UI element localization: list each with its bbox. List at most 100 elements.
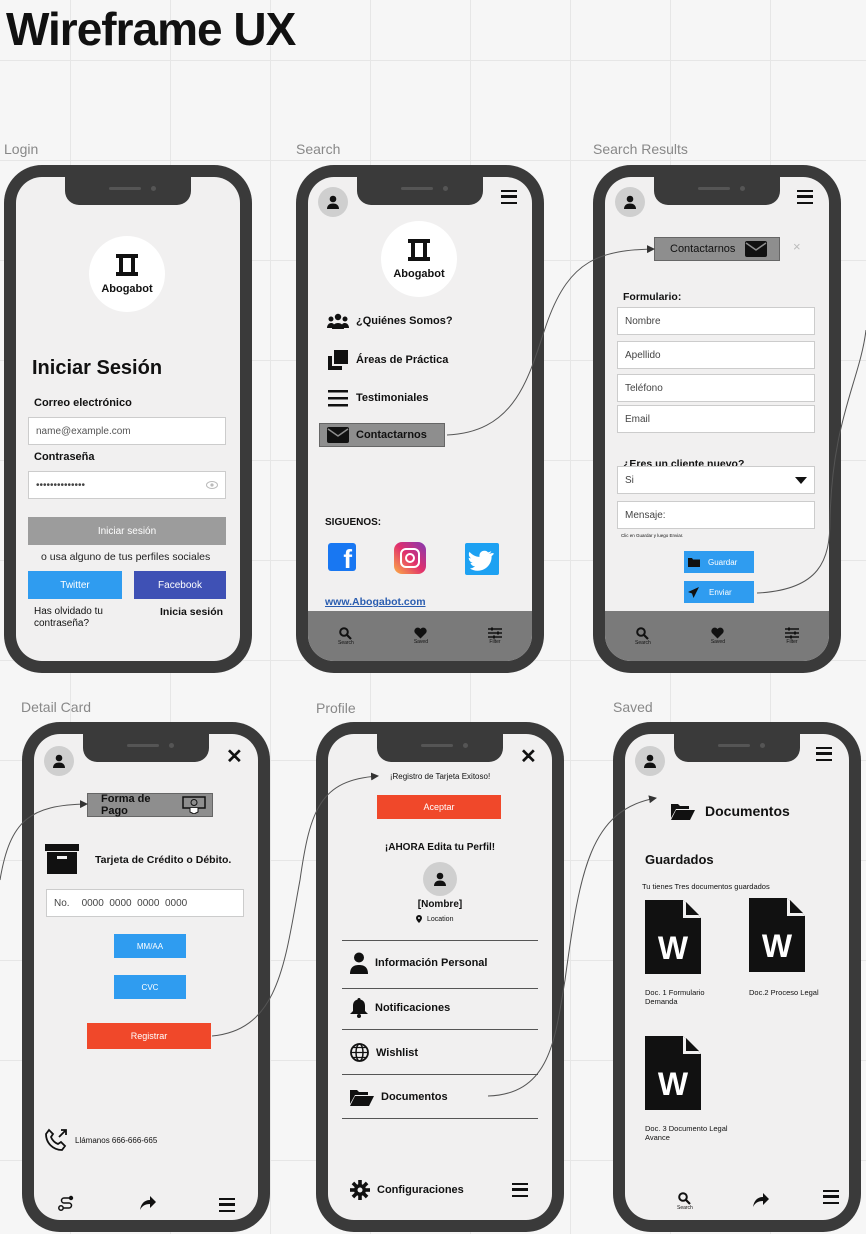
nav-search[interactable]: Search (635, 626, 651, 646)
password-input[interactable]: •••••••••••••• (28, 471, 226, 499)
hamburger-menu-icon[interactable] (823, 1190, 839, 1204)
form-label: Formulario: (623, 291, 682, 303)
save-button[interactable]: Guardar (684, 551, 754, 573)
nav-filter-label: Filter (786, 639, 798, 645)
hamburger-menu-icon[interactable] (816, 747, 832, 761)
contact-header: Contactarnos (654, 237, 780, 261)
send-button[interactable]: Enviar (684, 581, 754, 603)
card-number-input[interactable]: No. 0000 0000 0000 0000 (46, 889, 244, 917)
cvc-button[interactable]: CVC (114, 975, 186, 999)
screen-profile: ✕ ¡Registro de Tarjeta Exitoso! Aceptar … (328, 734, 552, 1220)
password-value: •••••••••••••• (36, 479, 86, 491)
search-icon (339, 626, 353, 640)
nav-filter[interactable]: Filter (487, 627, 502, 645)
nav-search[interactable]: Search (677, 1192, 693, 1211)
heart-icon (711, 627, 725, 639)
courthouse-icon (116, 254, 138, 276)
notch (357, 177, 483, 205)
menu-item-about[interactable]: ¿Quiénes Somos? (327, 313, 453, 329)
word-doc-icon: W (749, 898, 805, 972)
courthouse-icon (408, 239, 430, 261)
hamburger-menu-icon[interactable] (501, 190, 517, 204)
heart-icon (414, 627, 428, 639)
close-icon[interactable]: ✕ (226, 744, 243, 769)
doc-letter: W (657, 930, 689, 966)
sliders-icon (487, 627, 502, 639)
doc-letter: W (761, 928, 793, 964)
doc-item-1[interactable]: W Doc. 1 Formulario Demanda (645, 900, 725, 1006)
sliders-icon (784, 627, 799, 639)
email-input[interactable]: Email (617, 405, 815, 433)
doc-label-1: Doc. 1 Formulario Demanda (645, 988, 705, 1006)
call-us[interactable]: Llámanos 666-666-665 (44, 1128, 157, 1152)
brand-logo: Abogabot (89, 236, 165, 312)
name-input[interactable]: Nombre (617, 307, 815, 335)
lastname-input[interactable]: Apellido (617, 341, 815, 369)
website-link[interactable]: www.Abogabot.com (325, 596, 426, 608)
login-submit-button[interactable]: Iniciar sesión (28, 517, 226, 545)
doc-item-2[interactable]: W Doc.2 Proceso Legal (749, 898, 839, 997)
register-button[interactable]: Registrar (87, 1023, 211, 1049)
email-input[interactable]: name@example.com (28, 417, 226, 445)
menu-item-wishlist[interactable]: Wishlist (350, 1043, 418, 1062)
instagram-icon[interactable] (394, 542, 426, 574)
hamburger-menu-icon[interactable] (512, 1183, 528, 1197)
menu-item-notifications[interactable]: Notificaciones (350, 998, 450, 1018)
settings-label: Configuraciones (377, 1184, 464, 1196)
nav-saved[interactable]: Saved (711, 627, 725, 645)
facebook-button[interactable]: Facebook (134, 571, 226, 599)
user-icon (327, 195, 339, 209)
client-select[interactable]: Si (617, 466, 815, 494)
phone-search: Abogabot ¿Quiénes Somos? Áreas de Prácti… (296, 165, 544, 673)
route-icon[interactable] (58, 1195, 74, 1216)
menu-item-personal-info[interactable]: Información Personal (350, 952, 487, 974)
expiry-button[interactable]: MM/AA (114, 934, 186, 958)
eye-icon[interactable] (206, 481, 218, 489)
close-icon[interactable]: ✕ (520, 744, 537, 769)
search-icon (678, 1192, 692, 1205)
frame-label-detail: Detail Card (21, 699, 92, 715)
share-icon[interactable] (753, 1193, 769, 1212)
menu-item-documents[interactable]: Documentos (350, 1088, 448, 1106)
hamburger-menu-icon[interactable] (219, 1198, 235, 1212)
hamburger-menu-icon[interactable] (797, 190, 813, 204)
chevron-down-icon (795, 476, 807, 484)
nav-filter[interactable]: Filter (784, 627, 799, 645)
notch (654, 177, 780, 205)
profile-location: Location (416, 915, 453, 923)
page-title: Wireframe UX (6, 3, 296, 55)
signin-link[interactable]: Inicia sesión (160, 606, 223, 618)
documents-header: Documentos (671, 802, 790, 820)
email-label: Correo electrónico (34, 397, 132, 409)
word-doc-icon: W (645, 1036, 701, 1110)
accept-button[interactable]: Aceptar (377, 795, 501, 819)
divider (342, 1118, 538, 1119)
forgot-password-link[interactable]: Has olvidado tu contraseña? (34, 606, 124, 630)
menu-label-notifications: Notificaciones (375, 1002, 451, 1014)
nav-saved[interactable]: Saved (414, 627, 428, 645)
twitter-button[interactable]: Twitter (28, 571, 122, 599)
share-icon[interactable] (140, 1196, 156, 1215)
profile-avatar[interactable] (423, 862, 457, 896)
phone-input[interactable]: Teléfono (617, 374, 815, 402)
globe-icon (350, 1043, 369, 1062)
avatar[interactable] (615, 187, 645, 217)
doc-item-3[interactable]: W Doc. 3 Documento Legal Avance (645, 1036, 745, 1142)
facebook-icon[interactable]: f (328, 543, 356, 571)
menu-item-practice[interactable]: Áreas de Práctica (327, 349, 448, 371)
nav-search[interactable]: Search (338, 626, 354, 646)
message-input[interactable]: Mensaje: (617, 501, 815, 529)
user-icon (644, 754, 656, 768)
users-icon (327, 313, 349, 329)
menu-item-contact[interactable]: Contactarnos (319, 423, 445, 447)
settings-item[interactable]: Configuraciones (350, 1180, 464, 1200)
menu-item-testimonials[interactable]: Testimoniales (327, 389, 429, 407)
bottom-nav: Search Saved Filter (605, 611, 829, 661)
close-icon[interactable]: × (793, 239, 801, 254)
avatar[interactable] (318, 187, 348, 217)
avatar[interactable] (635, 746, 665, 776)
screen-login: Abogabot Iniciar Sesión Correo electróni… (16, 177, 240, 661)
phone-detail: ✕ Forma de Pago Tarjeta de Crédito o Déb… (22, 722, 270, 1232)
twitter-icon[interactable] (465, 543, 499, 575)
avatar[interactable] (44, 746, 74, 776)
